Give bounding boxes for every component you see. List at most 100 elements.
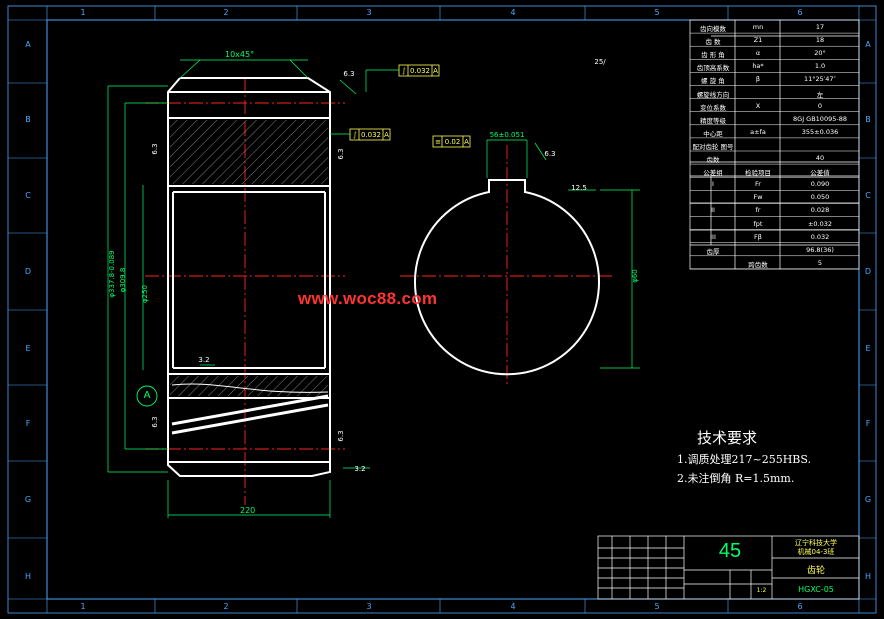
param-cell-val: 8GJ GB10095-88 [793, 114, 847, 123]
roughness-bore: 12.5 [571, 184, 587, 192]
root-dia-dim: φ309.8 [119, 267, 127, 293]
param-cell-name: 变位系数 [700, 103, 726, 112]
zone-col-2-bottom: 2 [223, 602, 229, 611]
param-cell-sym: ha* [752, 62, 764, 71]
param-cell-val: 左 [816, 90, 824, 99]
zone-row-e: E [25, 344, 31, 353]
param-cell-name: 齿数 [706, 156, 720, 164]
zone-row-h-right: H [864, 572, 871, 581]
gdt-3-symbol: ≡ [435, 138, 441, 146]
param-cell-name: 螺 旋 角 [701, 77, 725, 86]
param-cell-val: 40 [815, 154, 825, 162]
roughness-right: 6.3 [337, 148, 345, 160]
zone-row-f: F [25, 419, 31, 428]
zone-row-d: D [24, 267, 32, 276]
gdt-1-tolerance: 0.032 [409, 67, 431, 75]
param-cell-sym: Fw [753, 193, 763, 202]
roughness-top: 6.3 [343, 70, 355, 78]
param-cell-name: 齿顶高系数 [696, 64, 730, 73]
zone-row-b: B [25, 115, 31, 124]
zone-row-c-right: C [865, 191, 871, 200]
param-cell-sym: Fβ [754, 232, 762, 241]
param-cell-val: 0.050 [810, 193, 830, 202]
scale-value: 1:2 [756, 587, 767, 594]
gdt-3-datum: A [464, 138, 469, 146]
gdt-2-symbol: ∫ [353, 131, 357, 139]
param-cell-sym: a±fa [750, 127, 766, 136]
param-cell-sym: Fr [755, 180, 761, 189]
param-cell-val: 0.090 [810, 180, 830, 189]
zone-row-d-right: D [864, 267, 872, 276]
param-cell-sym: X [755, 101, 761, 110]
param-cell-val: 公差值 [810, 169, 830, 178]
param-cell-val: 0.028 [810, 206, 830, 215]
param-cell-val: 20° [814, 49, 826, 58]
watermark: www.woc88.com [298, 289, 438, 308]
param-cell-val: 18 [815, 36, 825, 45]
face-width-dim: 220 [240, 506, 256, 515]
param-cell-sym: β [755, 75, 761, 84]
zone-col-6: 6 [797, 8, 803, 17]
param-cell-sym: fr [755, 206, 761, 215]
tech-req-item-2: 2.未注倒角 R=1.5mm. [677, 472, 795, 485]
param-cell-val: ±0.032 [807, 219, 833, 228]
chamfer-dim: 10x45° [225, 50, 255, 59]
param-cell-name: I [712, 180, 714, 189]
param-cell-val: 17 [815, 23, 825, 31]
class-name: 机械04-3班 [797, 548, 835, 556]
zone-col-5: 5 [654, 8, 660, 17]
zone-col-3: 3 [366, 8, 372, 17]
param-cell-val: 0 [817, 101, 823, 110]
param-cell-sym: 检验项目 [745, 169, 771, 178]
tech-req-title: 技术要求 [697, 429, 758, 447]
bore-dia-dim: φ60 [631, 269, 639, 283]
gdt-1-datum: A [433, 67, 438, 75]
param-cell-name: III [710, 232, 716, 241]
param-cell-name: 配对齿轮 图号 [692, 142, 734, 151]
gdt-2-tolerance: 0.032 [360, 131, 382, 139]
roughness-right-lower: 6.3 [337, 430, 345, 442]
gear-od-dim: φ337.8-0.089 [108, 250, 116, 298]
zone-col-5-bottom: 5 [654, 602, 660, 611]
param-cell-name: 齿 形 角 [701, 51, 725, 60]
param-cell-val: 5 [817, 258, 823, 267]
tech-req-item-1: 1.调质处理217~255HBS. [677, 453, 812, 466]
param-cell-val: 96.8(36) [806, 245, 834, 254]
zone-col-4-bottom: 4 [510, 602, 516, 611]
zone-row-g: G [24, 495, 32, 504]
zone-row-h: H [24, 572, 31, 581]
param-cell-val: 355±0.036 [801, 127, 839, 136]
zone-row-a: A [25, 40, 31, 49]
datum-label: A [143, 390, 151, 401]
zone-col-3-bottom: 3 [366, 602, 372, 611]
zone-col-1-bottom: 1 [80, 602, 86, 611]
roughness-other: 25/ [594, 58, 606, 66]
param-cell-name: 公差组 [703, 169, 723, 178]
param-cell-sym: Z1 [753, 36, 763, 45]
param-cell-sym: α [755, 49, 761, 58]
param-cell-name: 齿 数 [705, 38, 721, 47]
param-cell-sym: mn [752, 23, 764, 31]
param-cell-sym: 跨齿数 [748, 260, 768, 269]
zone-row-e-right: E [865, 344, 871, 353]
param-cell-name: 螺旋线方向 [696, 90, 730, 99]
param-cell-val: 1.0 [814, 62, 826, 71]
zone-row-f-right: F [865, 419, 871, 428]
gdt-1-symbol: ∫ [402, 67, 406, 75]
part-name: 齿轮 [806, 566, 825, 576]
param-cell-name: 齿向模数 [700, 25, 726, 33]
zone-col-2: 2 [223, 8, 229, 17]
zone-col-1: 1 [80, 8, 86, 17]
keyway-dim: 56±0.051 [489, 131, 525, 139]
zone-row-c: C [25, 191, 31, 200]
param-cell-val: 11°25′47″ [804, 75, 836, 84]
inner-dia-dim: φ250 [141, 285, 149, 303]
param-cell-sym: fpt [753, 219, 763, 228]
roughness-hub: 3.2 [198, 356, 210, 364]
roughness-keyway: 6.3 [544, 150, 556, 158]
zone-row-a-right: A [865, 40, 871, 49]
material-label: 45 [718, 540, 742, 562]
drawing-number: HGXC-05 [798, 585, 834, 594]
gdt-3-tolerance: 0.02 [444, 138, 461, 146]
gdt-2-datum: A [384, 131, 389, 139]
